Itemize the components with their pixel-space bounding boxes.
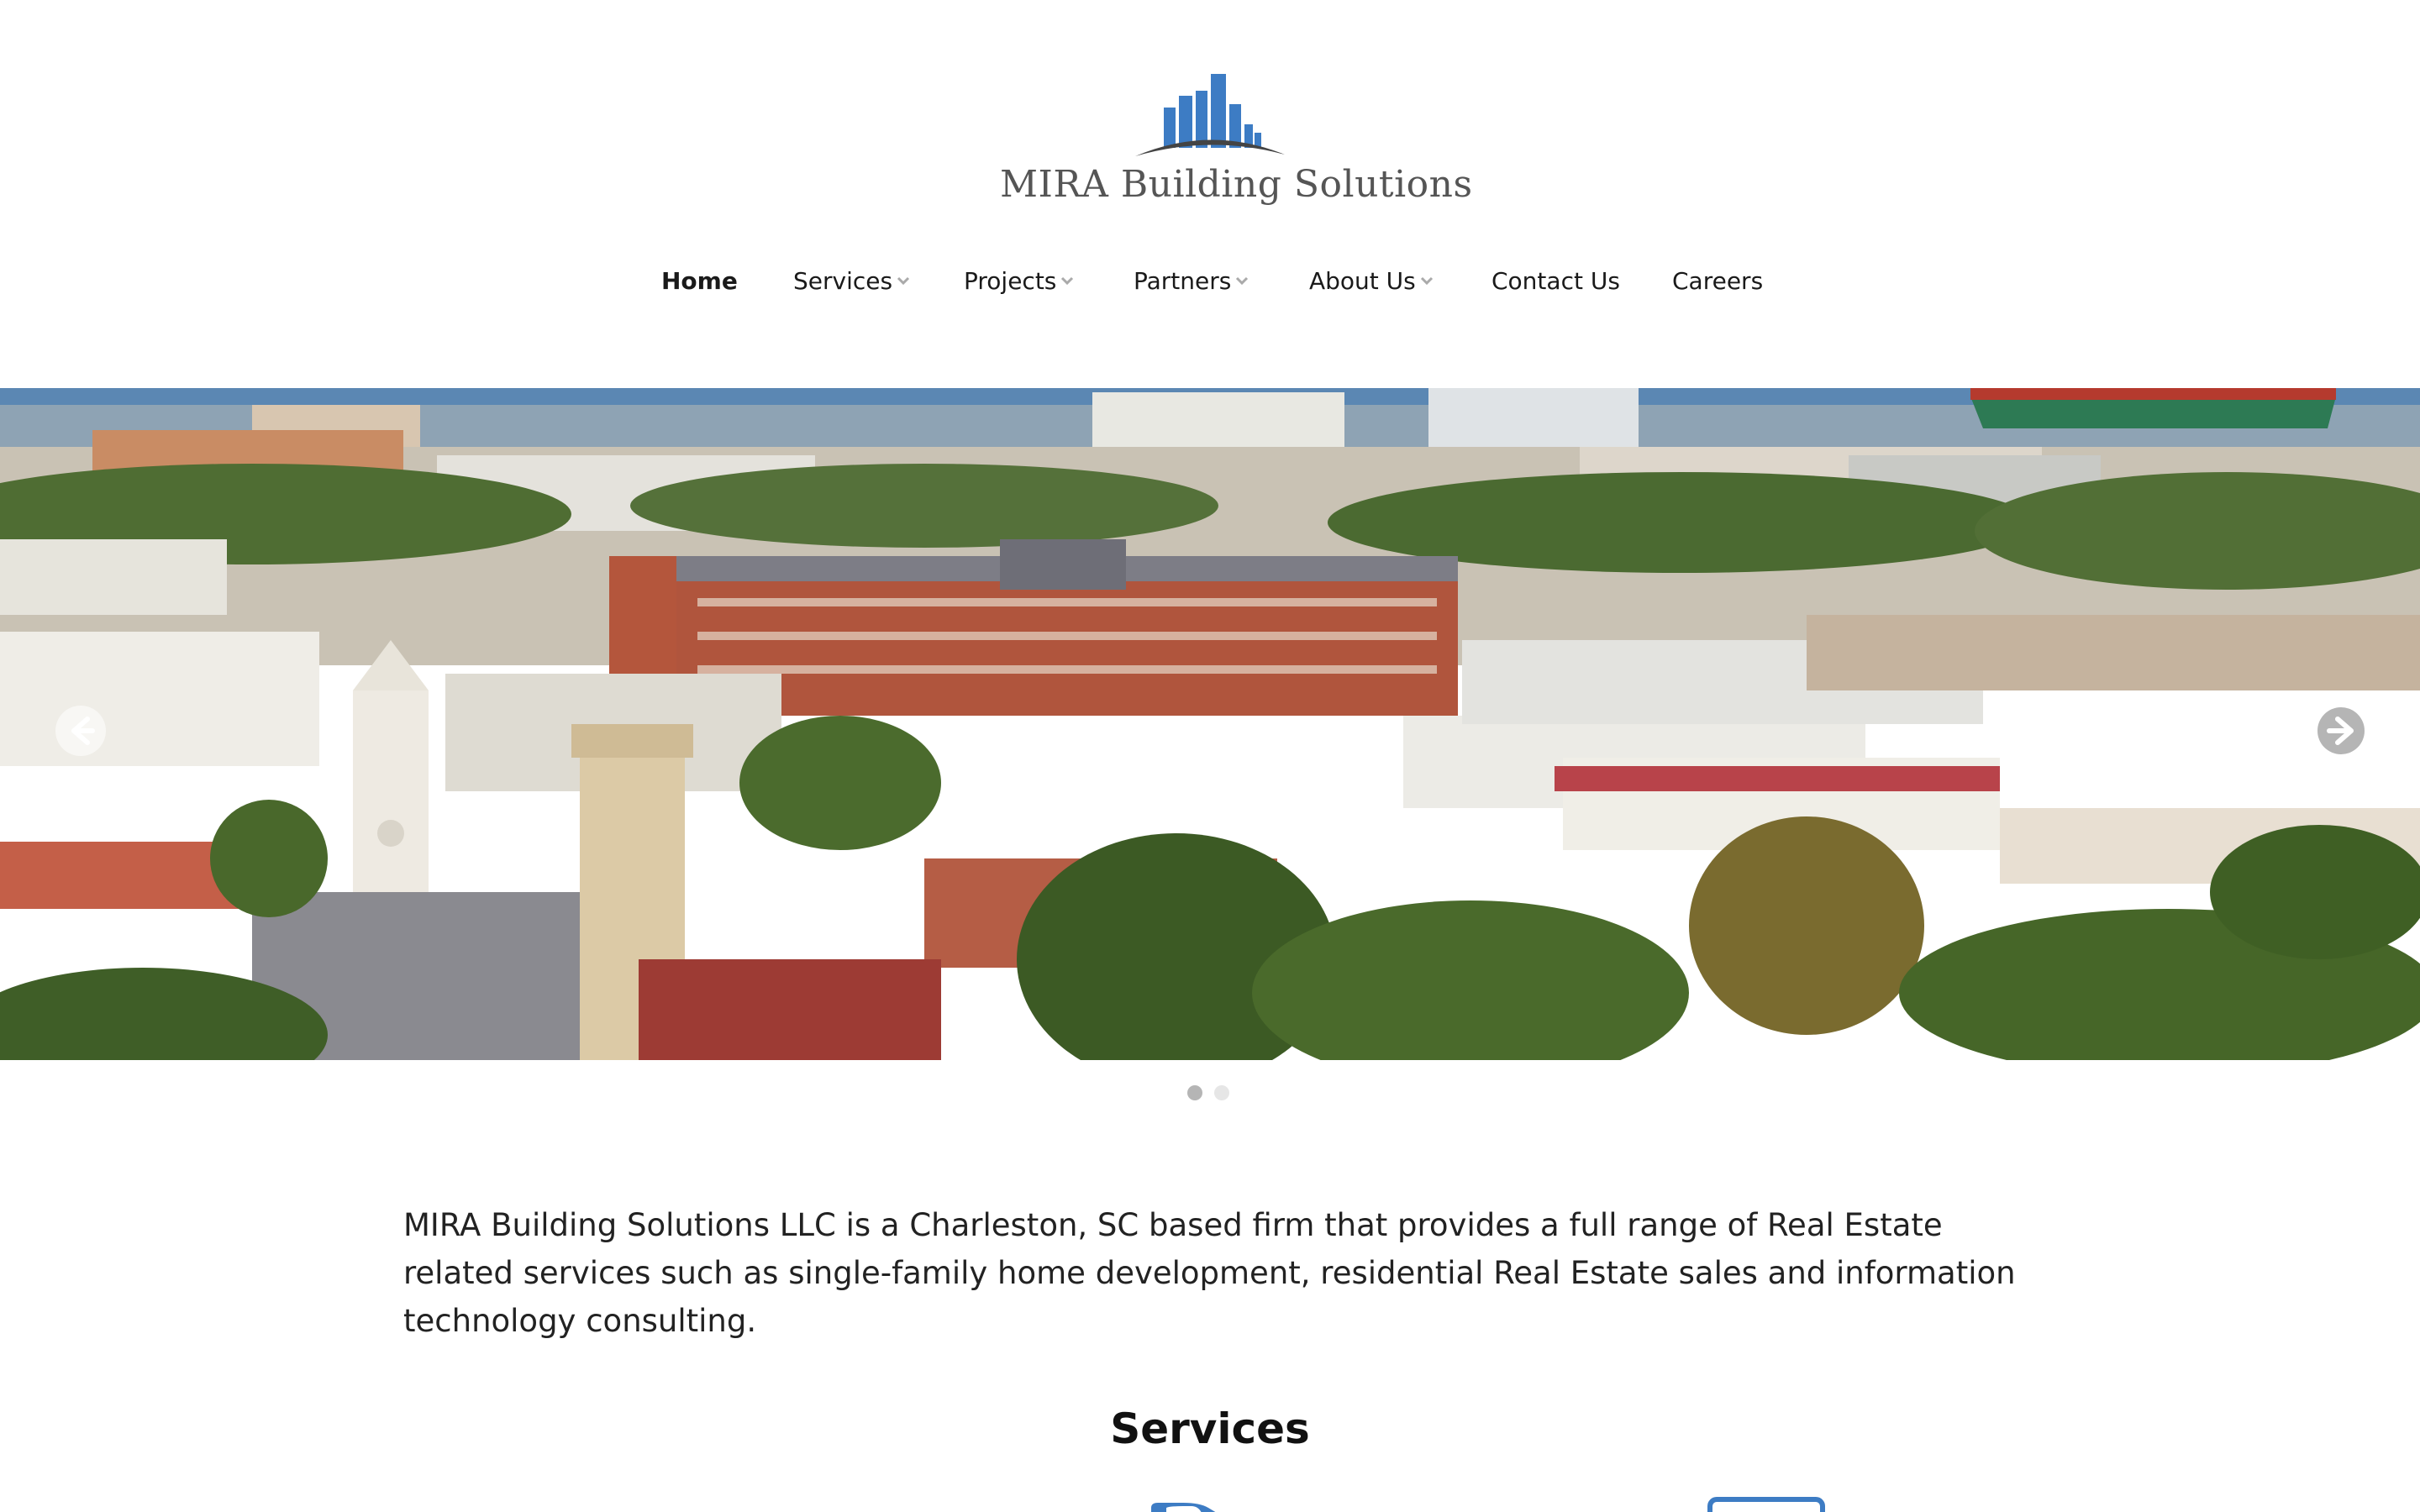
- nav-label-partners: Partners: [1134, 267, 1232, 295]
- city-skyline-logo-icon: [1135, 74, 1285, 156]
- nav-label-projects: Projects: [964, 267, 1057, 295]
- site-logo[interactable]: MIRA Building Solutions: [1000, 72, 1473, 215]
- page: MIRA Building Solutions Home Services Pr…: [0, 0, 2420, 1512]
- service-icon-2[interactable]: [1707, 1497, 1825, 1512]
- nav-item-partners[interactable]: Partners: [1134, 260, 1249, 302]
- hero-cityscape-image: [0, 388, 2420, 1060]
- chevron-down-icon: [897, 276, 910, 286]
- main-nav: Home Services Projects Partners About Us…: [0, 260, 2420, 302]
- slider-next-button[interactable]: [2316, 706, 2366, 756]
- slider-pagination: [1187, 1085, 1238, 1102]
- nav-item-projects[interactable]: Projects: [964, 260, 1075, 302]
- nav-item-careers[interactable]: Careers: [1672, 260, 1763, 302]
- service-icon-1[interactable]: [1150, 1500, 1225, 1512]
- slider-dot-2[interactable]: [1214, 1085, 1229, 1100]
- nav-label-careers: Careers: [1672, 267, 1764, 295]
- slider-prev-button[interactable]: [55, 706, 106, 756]
- nav-label-services: Services: [793, 267, 893, 295]
- arrow-left-icon: [71, 717, 95, 745]
- nav-label-home: Home: [661, 267, 738, 295]
- intro-paragraph: MIRA Building Solutions LLC is a Charles…: [403, 1207, 2016, 1339]
- nav-label-contact-us: Contact Us: [1491, 267, 1620, 295]
- hero-slider[interactable]: [0, 388, 2420, 1060]
- nav-item-contact-us[interactable]: Contact Us: [1491, 260, 1620, 302]
- nav-label-about-us: About Us: [1309, 267, 1416, 295]
- slider-dot-1[interactable]: [1187, 1085, 1202, 1100]
- services-heading: Services: [1110, 1404, 1310, 1453]
- chevron-down-icon: [1061, 276, 1074, 286]
- nav-item-home[interactable]: Home: [661, 260, 738, 302]
- logo-text: MIRA Building Solutions: [1000, 163, 1473, 206]
- nav-item-about-us[interactable]: About Us: [1309, 260, 1434, 302]
- arrow-right-icon: [2317, 707, 2365, 754]
- nav-item-services[interactable]: Services: [793, 260, 911, 302]
- chevron-down-icon: [1236, 276, 1249, 286]
- chevron-down-icon: [1420, 276, 1433, 286]
